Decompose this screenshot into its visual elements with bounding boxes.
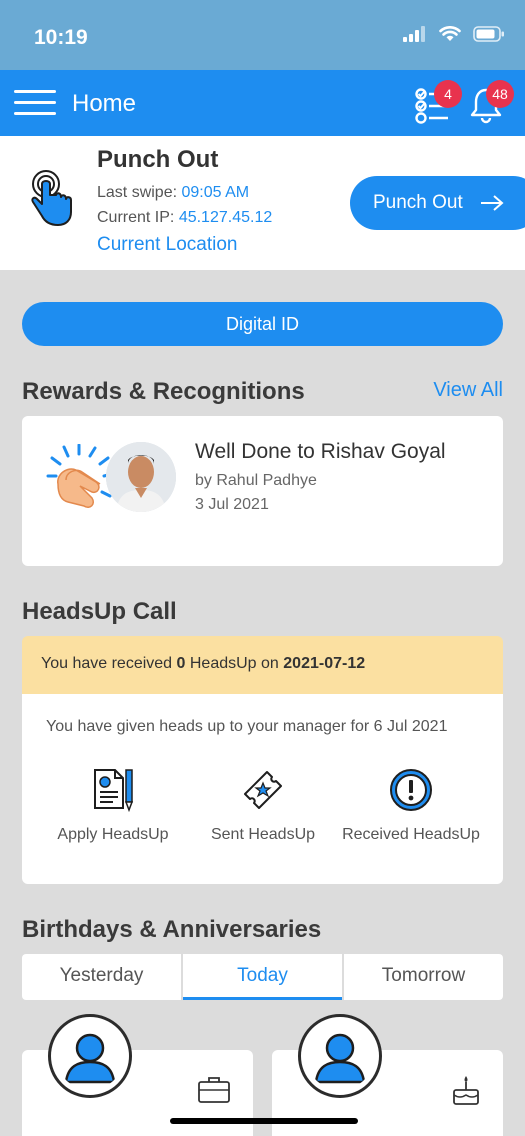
hamburger-menu-icon[interactable] (14, 90, 58, 118)
tab-tomorrow[interactable]: Tomorrow (344, 954, 503, 1000)
current-ip: Current IP: 45.127.45.12 (97, 209, 272, 227)
current-ip-label: Current IP: (97, 209, 175, 226)
apply-headsup-label: Apply HeadsUp (57, 826, 169, 843)
tasks-badge: 4 (434, 80, 462, 108)
headsup-given-text: You have given heads up to your manager … (46, 718, 448, 735)
reward-date: 3 Jul 2021 (195, 496, 269, 513)
notifications-button[interactable]: 48 (468, 80, 514, 124)
ticket-star-icon (244, 771, 282, 809)
status-bar: 10:19 (0, 0, 525, 70)
arrow-right-icon (481, 195, 504, 211)
notifications-badge: 48 (486, 80, 514, 108)
sent-headsup-action[interactable]: Sent HeadsUp (188, 768, 338, 845)
banner-date: 2021-07-12 (283, 655, 366, 672)
punch-out-label: Punch Out (373, 192, 463, 213)
app-header: Home 4 48 (0, 70, 525, 136)
avatar (298, 1014, 382, 1098)
document-pen-icon (94, 769, 134, 813)
wifi-icon (439, 26, 461, 41)
received-headsup-label: Received HeadsUp (342, 826, 480, 843)
banner-text-mid: HeadsUp on (185, 655, 284, 672)
status-time: 10:19 (34, 26, 88, 49)
touch-hand-icon (31, 170, 72, 226)
last-swipe-label: Last swipe: (97, 184, 178, 201)
apply-headsup-action[interactable]: Apply HeadsUp (38, 768, 188, 845)
current-ip-value: 45.127.45.12 (178, 209, 273, 226)
tab-yesterday[interactable]: Yesterday (22, 954, 183, 1000)
page-title: Home (72, 90, 137, 117)
alert-clock-icon (390, 769, 432, 811)
last-swipe: Last swipe: 09:05 AM (97, 184, 249, 202)
reward-card[interactable]: Well Done to Rishav Goyal by Rahul Padhy… (22, 416, 503, 566)
banner-text-pre: You have received (41, 655, 177, 672)
birthday-tabs: Yesterday Today Tomorrow (22, 954, 503, 1000)
briefcase-icon (198, 1077, 230, 1103)
tasks-button[interactable]: 4 (412, 80, 462, 124)
user-avatar-icon (64, 1033, 116, 1084)
received-headsup-action[interactable]: Received HeadsUp (336, 768, 486, 845)
battery-icon (473, 26, 504, 42)
recognized-user-avatar (106, 442, 176, 512)
birthdays-section-title: Birthdays & Anniversaries (22, 916, 322, 943)
current-location-link[interactable]: Current Location (97, 234, 237, 256)
headsup-received-banner: You have received 0 HeadsUp on 2021-07-1… (22, 636, 503, 694)
rewards-section-title: Rewards & Recognitions (22, 378, 305, 405)
headsup-card: You have given heads up to your manager … (22, 694, 503, 884)
avatar (48, 1014, 132, 1098)
system-icons (403, 26, 505, 42)
user-avatar-icon (314, 1033, 366, 1084)
person-photo-icon (106, 442, 176, 512)
reward-author: by Rahul Padhye (195, 472, 317, 489)
reward-title: Well Done to Rishav Goyal (195, 440, 446, 463)
punch-out-button[interactable]: Punch Out (350, 176, 525, 230)
digital-id-button[interactable]: Digital ID (22, 302, 503, 346)
punch-card: Punch Out Last swipe: 09:05 AM Current I… (0, 136, 525, 270)
view-all-link[interactable]: View All (433, 379, 503, 402)
headsup-section-title: HeadsUp Call (22, 598, 177, 625)
birthday-cake-icon (453, 1076, 479, 1105)
punch-title: Punch Out (97, 146, 219, 173)
sent-headsup-label: Sent HeadsUp (210, 826, 316, 843)
last-swipe-value: 09:05 AM (181, 184, 250, 201)
cellular-signal-icon (403, 26, 425, 42)
home-indicator[interactable] (170, 1118, 358, 1124)
tab-today[interactable]: Today (183, 954, 344, 1000)
